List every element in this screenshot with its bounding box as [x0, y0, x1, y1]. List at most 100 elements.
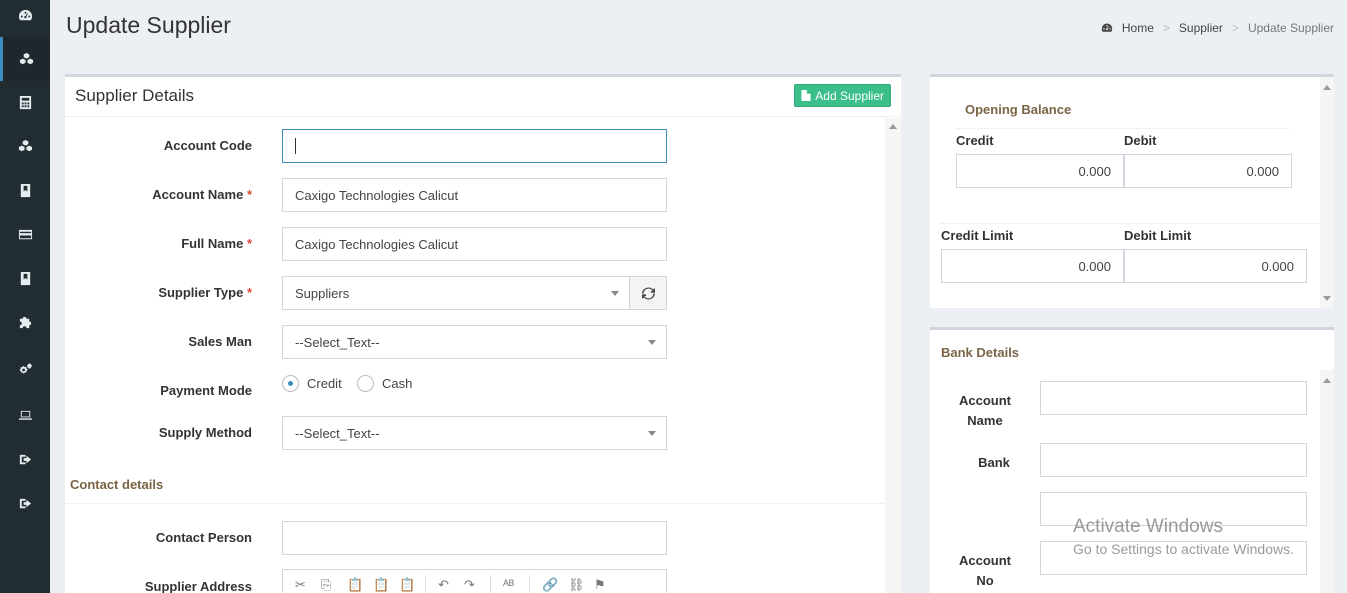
text-cursor: [295, 138, 296, 154]
activate-windows-watermark: Activate Windows Go to Settings to activ…: [1073, 516, 1294, 557]
dashboard-icon: [18, 9, 32, 20]
scroll-up-icon[interactable]: [889, 124, 897, 129]
radio-unchecked-icon[interactable]: [357, 375, 374, 392]
refresh-button[interactable]: [629, 276, 667, 310]
sidebar-item-inventory[interactable]: [0, 124, 50, 168]
bank-details-scrollbar[interactable]: [1320, 370, 1334, 593]
undo-icon[interactable]: ↶: [438, 577, 452, 592]
opening-balance-scrollbar[interactable]: [1320, 77, 1334, 308]
book-icon: [20, 271, 30, 285]
contact-person-input[interactable]: [282, 521, 667, 555]
breadcrumb: Home > Supplier > Update Supplier: [1101, 21, 1334, 35]
supplier-address-label: Supplier Address: [144, 579, 252, 593]
divider: [65, 503, 885, 504]
supply-method-label: Supply Method: [158, 425, 252, 440]
scroll-down-icon[interactable]: [1323, 296, 1331, 301]
dashboard-icon: [1101, 23, 1113, 32]
full-name-input[interactable]: Caxigo Technologies Calicut: [282, 227, 667, 261]
redo-icon[interactable]: ↷: [464, 577, 478, 592]
form-scrollbar[interactable]: [885, 118, 901, 593]
sidebar-item-book[interactable]: [0, 168, 50, 212]
payment-mode-credit-radio[interactable]: Credit: [282, 375, 342, 392]
debit-input[interactable]: 0.000: [1124, 154, 1292, 188]
toolbar-separator: [529, 575, 530, 593]
debit-limit-input[interactable]: 0.000: [1124, 249, 1307, 283]
account-name-label: Account Name *: [152, 187, 252, 202]
laptop-icon: [18, 410, 32, 420]
sidebar-item-payments[interactable]: [0, 212, 50, 256]
cut-icon[interactable]: ✂: [295, 577, 309, 592]
cubes-icon: [19, 52, 34, 64]
required-mark: *: [246, 187, 252, 202]
link-icon[interactable]: 🔗: [542, 577, 558, 592]
opening-balance-box: Opening Balance Credit Debit 0.000 0.000…: [930, 74, 1334, 308]
box-header: Supplier Details Add Supplier: [65, 77, 901, 117]
divider: [940, 223, 1320, 224]
sidebar-item-plugins[interactable]: [0, 299, 50, 343]
sidebar-item-settings[interactable]: [0, 347, 50, 391]
sidebar-item-devices[interactable]: [0, 393, 50, 437]
credit-card-icon: [18, 229, 32, 239]
cogs-icon: [18, 362, 32, 374]
scroll-up-icon[interactable]: [1323, 378, 1331, 383]
debit-label: Debit: [1124, 133, 1157, 148]
watermark-subtitle: Go to Settings to activate Windows.: [1073, 541, 1294, 557]
sign-out-icon: [19, 498, 31, 508]
spellcheck-icon[interactable]: ᴬᴮ: [503, 577, 517, 592]
contact-person-label: Contact Person: [155, 530, 252, 545]
account-no-label: Account No: [959, 553, 1011, 588]
sidebar-item-logout[interactable]: [0, 437, 50, 481]
bank-account-name-input[interactable]: [1040, 381, 1307, 415]
sidebar-item-supplier[interactable]: [0, 37, 50, 81]
divider: [955, 128, 1290, 129]
radio-checked-icon[interactable]: [282, 375, 299, 392]
file-icon: [801, 90, 811, 101]
breadcrumb-supplier[interactable]: Supplier: [1179, 21, 1223, 35]
scroll-up-icon[interactable]: [1323, 85, 1331, 90]
credit-label: Credit: [956, 133, 994, 148]
account-name-input[interactable]: Caxigo Technologies Calicut: [282, 178, 667, 212]
sidebar: [0, 0, 50, 593]
bank-label: Bank: [978, 455, 1010, 470]
flag-icon[interactable]: ⚑: [594, 577, 608, 592]
supply-method-select[interactable]: --Select_Text--: [282, 416, 667, 450]
copy-icon[interactable]: ⎘: [321, 577, 335, 592]
editor-toolbar: ✂ ⎘ 📋 📋 📋 ↶ ↷ ᴬᴮ 🔗 ⛓ ⚑: [282, 569, 667, 593]
required-mark: *: [246, 285, 252, 300]
cubes-icon: [18, 139, 32, 151]
unlink-icon[interactable]: ⛓: [568, 577, 585, 592]
chevron-down-icon: [611, 291, 619, 296]
sales-man-select[interactable]: --Select_Text--: [282, 325, 667, 359]
paste-icon[interactable]: 📋: [347, 577, 363, 592]
payment-mode-label: Payment Mode: [160, 383, 252, 398]
calculator-icon: [19, 95, 31, 109]
debit-limit-label: Debit Limit: [1124, 228, 1192, 243]
box-title: Supplier Details: [75, 86, 195, 105]
required-mark: *: [246, 236, 252, 251]
paste-word-icon[interactable]: 📋: [399, 577, 415, 592]
credit-limit-input[interactable]: 0.000: [941, 249, 1124, 283]
breadcrumb-separator: >: [1231, 21, 1239, 35]
bank-input[interactable]: [1040, 443, 1307, 477]
sales-man-label: Sales Man: [188, 334, 252, 349]
credit-input[interactable]: 0.000: [956, 154, 1124, 188]
sidebar-item-calculator[interactable]: [0, 80, 50, 124]
supplier-type-label: Supplier Type *: [158, 285, 252, 300]
breadcrumb-current: Update Supplier: [1247, 21, 1334, 35]
puzzle-icon: [19, 316, 31, 328]
paste-text-icon[interactable]: 📋: [373, 577, 389, 592]
supplier-type-select[interactable]: Suppliers: [282, 276, 630, 310]
opening-balance-heading: Opening Balance: [965, 102, 1072, 117]
payment-mode-cash-radio[interactable]: Cash: [357, 375, 412, 392]
sidebar-item-exit[interactable]: [0, 481, 50, 525]
page-title: Update Supplier: [66, 12, 231, 38]
toolbar-separator: [425, 575, 426, 593]
sidebar-item-dashboard[interactable]: [0, 0, 50, 37]
account-code-input[interactable]: [282, 129, 667, 163]
sidebar-item-ledger[interactable]: [0, 256, 50, 300]
add-supplier-label: Add Supplier: [815, 88, 884, 103]
add-supplier-button[interactable]: Add Supplier: [794, 84, 891, 107]
account-name-label: Account Name: [959, 393, 1011, 428]
book-icon: [20, 183, 30, 197]
breadcrumb-home[interactable]: Home: [1122, 21, 1154, 35]
